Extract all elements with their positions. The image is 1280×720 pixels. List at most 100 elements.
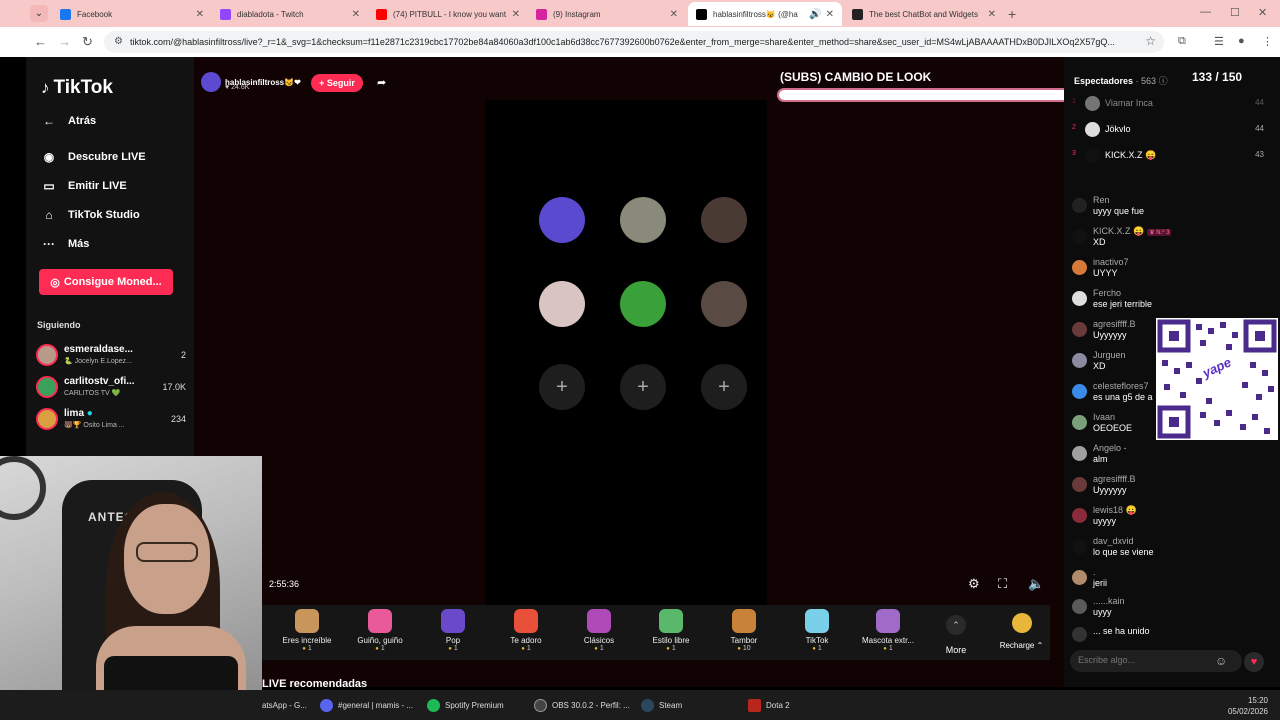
chat-username[interactable]: Ivaan (1093, 412, 1115, 422)
ranking-row[interactable]: 1 Viamar Inca 44 (1068, 95, 1268, 113)
guest-seat[interactable] (620, 281, 666, 327)
gift-item[interactable]: Tambor 10 (708, 609, 780, 652)
help-icon[interactable]: ⓘ (1159, 76, 1168, 86)
gift-item[interactable]: Eres increíble 1 (271, 609, 343, 652)
chat-username[interactable]: lewis18 😛 (1093, 505, 1137, 516)
ranking-row[interactable]: 3 KICK.X.Z 😛 43 (1068, 147, 1268, 165)
system-clock[interactable]: 15:20 05/02/2026 (1228, 695, 1268, 717)
sidebar-item-label: Más (68, 238, 90, 250)
chat-username[interactable]: agresiffff.B (1093, 474, 1136, 484)
back-icon[interactable]: ← (34, 34, 47, 49)
emoji-icon[interactable]: ☺ (1215, 654, 1227, 668)
ranking-row[interactable]: 2 Jökvlo 44 (1068, 121, 1268, 139)
site-info-icon[interactable]: ⚙ (114, 36, 123, 47)
taskbar-item-steam[interactable]: Steam (641, 690, 682, 720)
add-guest-button[interactable]: + (539, 364, 585, 410)
browser-tab[interactable]: (74) PITBULL - I know you want ✕ (368, 2, 528, 26)
close-icon[interactable]: ✕ (512, 9, 520, 20)
guest-seat[interactable] (539, 197, 585, 243)
chat-input[interactable] (1078, 655, 1208, 665)
chat-username[interactable]: inactivo7 (1093, 257, 1129, 267)
host-avatar[interactable] (201, 72, 221, 92)
gift-item[interactable]: Clásicos 1 (563, 609, 635, 652)
gift-name: Clásicos (583, 636, 615, 645)
chat-username[interactable]: ......kain (1093, 596, 1125, 606)
back-link[interactable]: ← Atrás (39, 114, 96, 128)
close-window-button[interactable]: ✕ (1258, 6, 1267, 19)
taskbar-item-spotify[interactable]: Spotify Premium (427, 690, 504, 720)
more-gifts-button[interactable]: ⌃ More (933, 615, 979, 655)
forward-icon[interactable]: → (58, 34, 71, 49)
close-icon[interactable]: ✕ (988, 9, 996, 20)
url-text[interactable]: tiktok.com/@hablasinfiltross/live?_r=1&_… (130, 37, 1130, 47)
volume-icon[interactable]: 🔈 (1028, 576, 1044, 592)
browser-tab-active[interactable]: hablasinfiltross😼 (@ha 🔊 ✕ (688, 2, 842, 26)
chat-username[interactable]: dav_dxvid (1093, 536, 1134, 546)
browser-tab[interactable]: (9) Instagram ✕ (528, 2, 686, 26)
fullscreen-icon[interactable]: ⛶ (998, 576, 1007, 592)
gift-item[interactable]: Mascota extr... 1 (852, 609, 924, 652)
share-icon[interactable]: ➦ (377, 76, 386, 89)
sidebar-item-go-live[interactable]: ▭ Emitir LIVE (39, 179, 126, 193)
minimize-button[interactable]: — (1200, 6, 1211, 18)
gift-item[interactable]: Guiño, guiño 1 (344, 609, 416, 652)
following-item[interactable]: esmeraldase... 🐍 Jocelyn E.Lopez... 2 (36, 344, 186, 372)
recharge-button[interactable]: Recharge ⌃ (993, 605, 1050, 660)
mute-icon[interactable]: 🔊 (809, 9, 821, 20)
chat-username[interactable]: Fercho (1093, 288, 1121, 298)
chat-username[interactable]: Ren (1093, 195, 1110, 205)
reload-icon[interactable]: ↻ (82, 34, 93, 50)
chat-username[interactable]: agresiffff.B (1093, 319, 1136, 329)
sidebar-item-discover-live[interactable]: ◉ Descubre LIVE (39, 150, 146, 164)
browser-tab[interactable]: The best ChatBot and Widgets ✕ (844, 2, 1004, 26)
add-guest-button[interactable]: + (701, 364, 747, 410)
browser-tab[interactable]: diabladota - Twitch ✕ (212, 2, 368, 26)
following-viewer-count: 2 (180, 350, 186, 360)
chat-username[interactable]: celesteflores7 (1093, 381, 1149, 391)
browser-tab[interactable]: Facebook ✕ (52, 2, 212, 26)
taskbar-item-discord[interactable]: #general | mamis - ... (320, 690, 413, 720)
new-tab-button[interactable]: + (1008, 6, 1016, 22)
chat-username[interactable]: Angelo - (1093, 443, 1127, 453)
close-icon[interactable]: ✕ (352, 9, 360, 20)
close-icon[interactable]: ✕ (196, 9, 204, 20)
follow-button[interactable]: + Seguir (311, 74, 363, 92)
tiktok-logo[interactable]: ♪ TikTok (41, 77, 113, 99)
chat-username[interactable]: KICK.X.Z 😛 ♛ N.º 3 (1093, 226, 1172, 237)
following-item[interactable]: lima ● 🐻🏆 Osito Lima ... 234 (36, 408, 186, 436)
guest-seat[interactable] (701, 281, 747, 327)
avatar (1072, 446, 1087, 461)
add-guest-button[interactable]: + (620, 364, 666, 410)
close-icon[interactable]: ✕ (826, 9, 834, 20)
guest-seat[interactable] (539, 281, 585, 327)
gift-item[interactable]: Estilo libre 1 (635, 609, 707, 652)
sidebar-item-tiktok-studio[interactable]: ⌂ TikTok Studio (39, 208, 139, 222)
viewers-header[interactable]: Espectadores · 563 ⓘ (1074, 74, 1168, 87)
tab-search-button[interactable]: ⌄ (30, 5, 48, 22)
settings-gear-icon[interactable]: ⚙ (968, 576, 980, 592)
gift-item[interactable]: TikTok 1 (781, 609, 853, 652)
host-info[interactable]: hablasinfiltross😼❤ ♥ 24.6K (201, 72, 301, 92)
close-icon[interactable]: ✕ (670, 9, 678, 20)
profile-icon[interactable]: ● (1238, 35, 1245, 47)
omnibox[interactable]: ⚙ tiktok.com/@hablasinfiltross/live?_r=1… (104, 31, 1164, 53)
heart-icon[interactable]: ♥ (1244, 652, 1264, 672)
get-coins-button[interactable]: ◎ Consigue Moned... (39, 269, 173, 295)
following-item[interactable]: carlitostv_ofi... CARLITOS TV 💚 17.0K (36, 376, 186, 404)
taskbar-item-whatsapp[interactable]: atsApp - G... (262, 690, 307, 720)
taskbar-item-dota[interactable]: Dota 2 (748, 690, 790, 720)
gift-item[interactable]: Pop 1 (417, 609, 489, 652)
sidebar-item-more[interactable]: ··· Más (39, 237, 89, 251)
reading-list-icon[interactable]: ☰ (1214, 35, 1224, 48)
guest-seat[interactable] (620, 197, 666, 243)
menu-icon[interactable]: ⋮ (1262, 35, 1273, 48)
taskbar-item-obs[interactable]: OBS 30.0.2 - Perfil: ... (534, 690, 630, 720)
chat-username[interactable]: Jurguen (1093, 350, 1126, 360)
chat-username[interactable]: . (1093, 567, 1096, 577)
extensions-icon[interactable]: ⧉ (1178, 35, 1186, 48)
maximize-button[interactable]: ☐ (1230, 6, 1240, 19)
chat-text: lo que se viene (1093, 547, 1154, 557)
bookmark-star-icon[interactable]: ☆ (1145, 34, 1156, 48)
guest-seat[interactable] (701, 197, 747, 243)
gift-item[interactable]: Te adoro 1 (490, 609, 562, 652)
